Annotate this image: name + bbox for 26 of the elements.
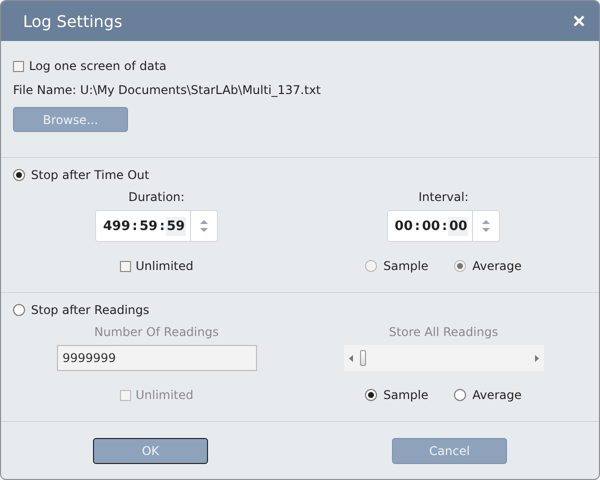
- interval-label: Interval:: [418, 190, 468, 204]
- time-field[interactable]: 499:59:59: [95, 210, 218, 242]
- window-title: Log Settings: [23, 12, 122, 30]
- radio-label: Stop after Readings: [31, 303, 150, 317]
- checkbox[interactable]: [120, 260, 131, 272]
- radio-label: Sample: [383, 259, 428, 273]
- radio-button[interactable]: [13, 169, 25, 181]
- slider[interactable]: [344, 345, 544, 371]
- radio-label: Average: [472, 259, 522, 273]
- checkbox[interactable]: [13, 60, 24, 72]
- radio-label: Sample: [383, 388, 428, 402]
- radio-button[interactable]: [365, 260, 378, 272]
- slider-label: Store All Readings: [388, 325, 498, 339]
- right-arrow-icon[interactable]: [534, 354, 538, 362]
- radio-button[interactable]: [454, 260, 466, 272]
- file-name: File Name: U:\My Documents\StarLAb\Multi_137.txt: [13, 83, 322, 97]
- close-icon[interactable]: [573, 15, 585, 27]
- radio-label: Stop after Time Out: [31, 168, 150, 182]
- radio-label: Average: [472, 388, 522, 402]
- left-arrow-icon[interactable]: [348, 354, 352, 362]
- time-field[interactable]: 00:00:00: [386, 210, 500, 242]
- field-label: Number Of Readings: [94, 325, 219, 339]
- duration-label: Duration:: [128, 190, 185, 204]
- checkbox-label: Unlimited: [136, 259, 194, 273]
- checkbox-label: Log one screen of data: [29, 59, 167, 73]
- checkbox-label: Unlimited: [136, 388, 194, 402]
